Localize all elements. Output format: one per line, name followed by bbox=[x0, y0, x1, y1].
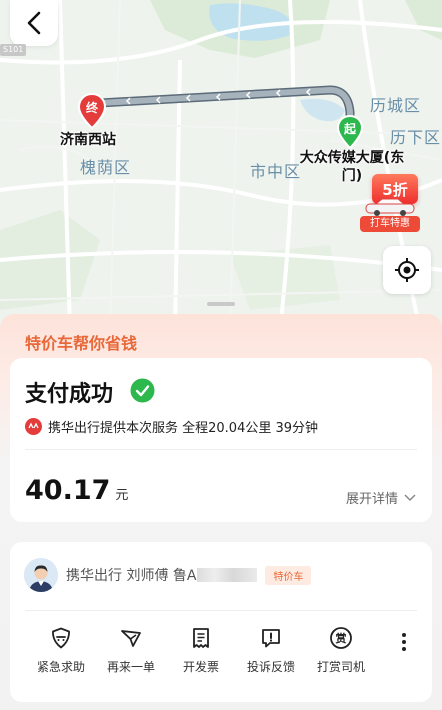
invoice-icon bbox=[193, 628, 209, 648]
action-label: 再来一单 bbox=[106, 660, 155, 674]
end-pin: 终 bbox=[77, 92, 107, 130]
district-label: 历城区 bbox=[370, 96, 422, 115]
complaint-icon bbox=[262, 629, 280, 648]
driver-info-row[interactable]: 携华出行 刘师傅 鲁A 特价车 bbox=[24, 557, 312, 593]
car-icon bbox=[365, 198, 415, 216]
tip-icon: 赏 bbox=[330, 627, 352, 649]
complaint-button[interactable]: 投诉反馈 bbox=[236, 624, 306, 675]
action-label: 打赏司机 bbox=[316, 660, 365, 674]
driver-avatar bbox=[24, 558, 58, 592]
locate-icon bbox=[395, 258, 419, 282]
fare-value: 40.17 bbox=[25, 475, 111, 506]
divider bbox=[25, 449, 417, 450]
district-label: 历下区 bbox=[390, 128, 442, 147]
svg-text:起: 起 bbox=[343, 121, 357, 136]
payment-card: 支付成功 携华出行提供本次服务 全程20.04公里 39分钟 40.17 元 展… bbox=[10, 358, 432, 522]
chevron-left-icon bbox=[27, 11, 41, 35]
locate-button[interactable] bbox=[383, 246, 431, 294]
service-text: 携华出行提供本次服务 全程20.04公里 39分钟 bbox=[48, 420, 319, 436]
drag-handle[interactable] bbox=[207, 302, 235, 306]
chevron-down-icon bbox=[404, 493, 416, 501]
order-sheet: 特价车帮你省钱 支付成功 携华出行提供本次服务 全程20.04公里 39分钟 4… bbox=[0, 314, 442, 710]
send-again-icon bbox=[121, 630, 141, 647]
expand-details-button[interactable]: 展开详情 bbox=[346, 488, 417, 507]
fare-amount: 40.17 元 bbox=[25, 475, 128, 506]
action-label: 紧急求助 bbox=[36, 660, 85, 674]
fare-currency: 元 bbox=[115, 488, 129, 503]
route-map[interactable]: 终 起 S101 历城区 历下区 槐荫区 市中区 济南西站 大众传媒大厦(东 门… bbox=[0, 0, 442, 330]
discount-promo[interactable]: 5折 打车特惠 bbox=[360, 170, 420, 234]
end-place-label: 济南西站 bbox=[60, 132, 116, 148]
expand-details-label: 展开详情 bbox=[345, 492, 398, 507]
shield-alert-icon bbox=[52, 627, 70, 649]
car-type-badge: 特价车 bbox=[265, 565, 312, 585]
service-info: 携华出行提供本次服务 全程20.04公里 39分钟 bbox=[25, 416, 318, 436]
action-label: 开发票 bbox=[182, 660, 219, 674]
driver-card: 携华出行 刘师傅 鲁A 特价车 紧急求助 再来一单 开发票 投诉反馈 赏 打赏司… bbox=[10, 542, 432, 702]
driver-name-plate: 携华出行 刘师傅 鲁A bbox=[66, 568, 197, 584]
masked-plate bbox=[197, 568, 258, 582]
check-circle-icon bbox=[130, 378, 155, 403]
road-tag: S101 bbox=[0, 44, 27, 56]
promo-banner: 特价车帮你省钱 bbox=[25, 334, 138, 353]
provider-logo-icon bbox=[25, 417, 42, 435]
more-options-button[interactable] bbox=[398, 630, 410, 660]
district-label: 槐荫区 bbox=[80, 158, 132, 177]
start-pin: 起 bbox=[336, 114, 364, 150]
svg-text:终: 终 bbox=[86, 100, 99, 115]
more-dot bbox=[402, 647, 406, 651]
back-button[interactable] bbox=[10, 0, 58, 46]
tip-driver-button[interactable]: 赏 打赏司机 bbox=[306, 624, 376, 675]
emergency-help-button[interactable]: 紧急求助 bbox=[26, 624, 96, 675]
more-dot bbox=[402, 640, 406, 644]
promo-label: 打车特惠 bbox=[360, 216, 420, 232]
reorder-button[interactable]: 再来一单 bbox=[96, 624, 166, 675]
payment-status-title: 支付成功 bbox=[25, 382, 114, 407]
svg-text:赏: 赏 bbox=[336, 631, 347, 645]
invoice-button[interactable]: 开发票 bbox=[166, 624, 236, 675]
more-dot bbox=[402, 633, 406, 637]
action-bar: 紧急求助 再来一单 开发票 投诉反馈 赏 打赏司机 bbox=[26, 624, 406, 684]
divider bbox=[25, 610, 417, 611]
action-label: 投诉反馈 bbox=[246, 660, 295, 674]
